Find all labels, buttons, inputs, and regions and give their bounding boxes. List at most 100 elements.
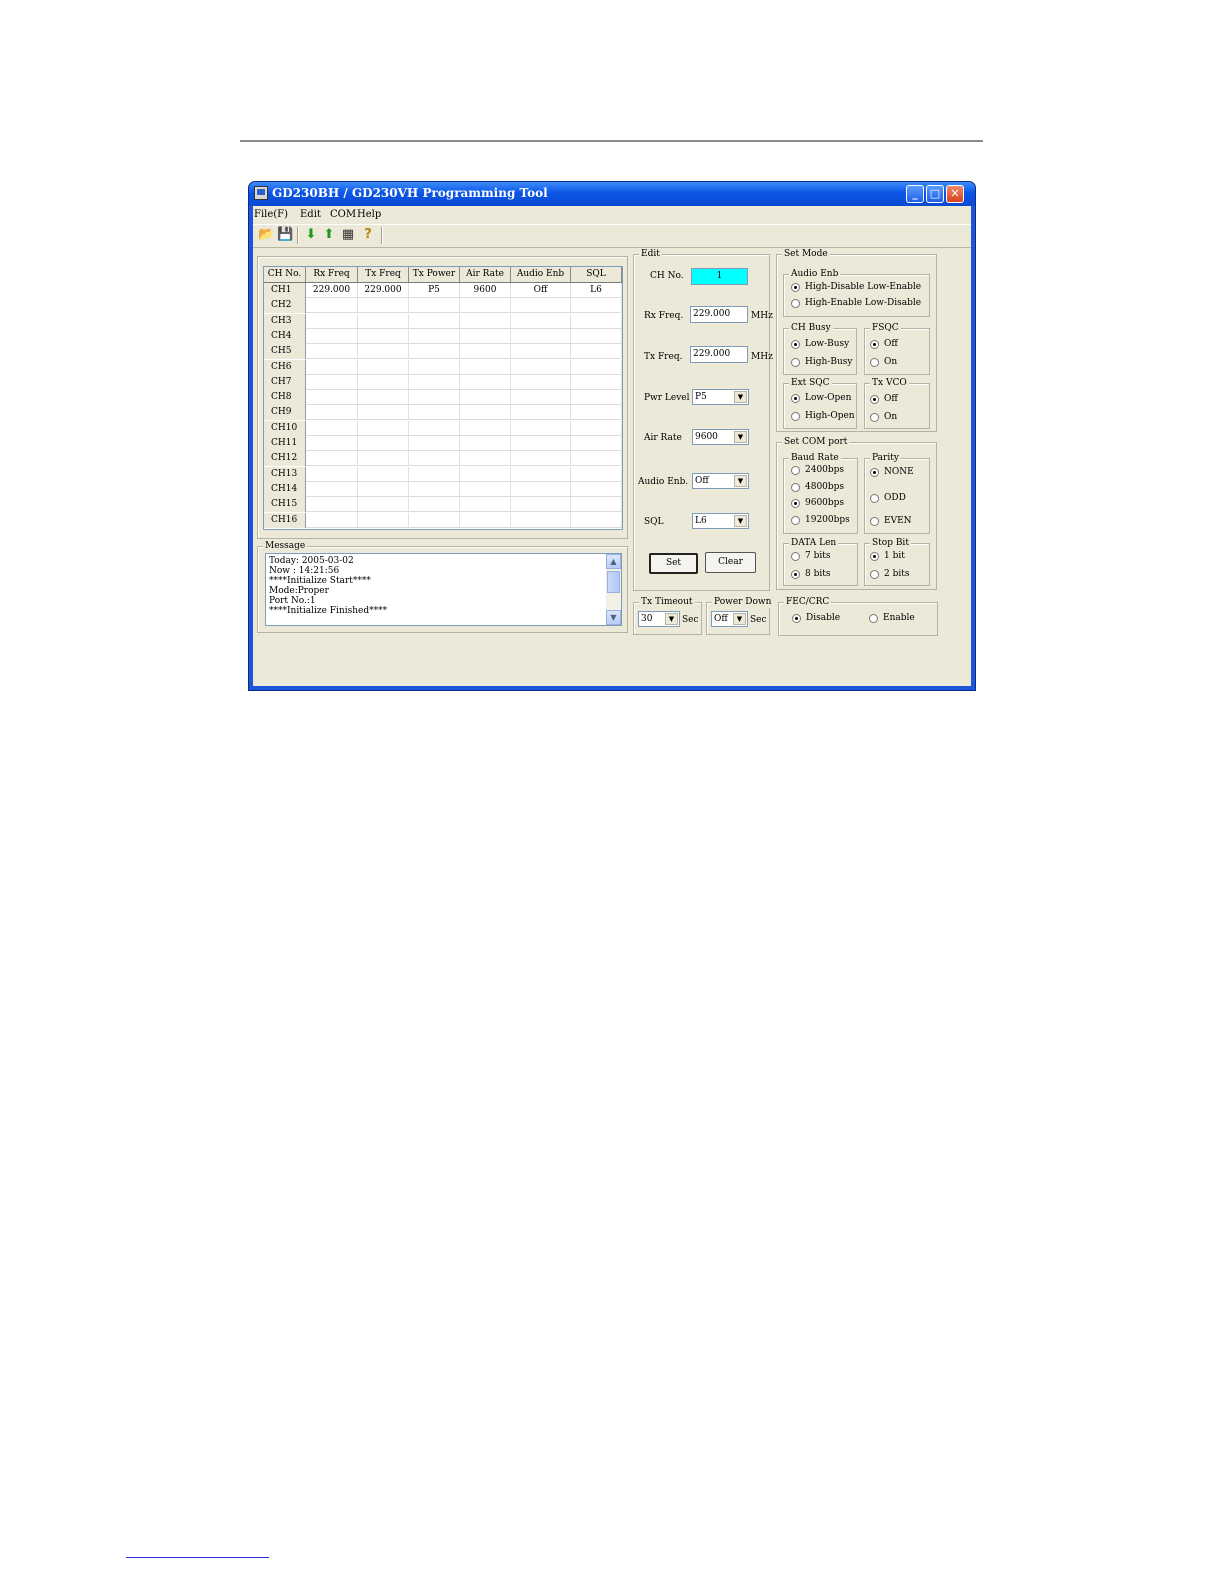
menu-edit[interactable]: Edit: [300, 209, 321, 220]
table-cell[interactable]: [306, 390, 358, 406]
chevron-down-icon[interactable]: ▼: [733, 613, 746, 625]
menu-help[interactable]: Help: [357, 209, 381, 220]
row-header-cell[interactable]: CH12: [264, 451, 306, 467]
row-header-cell[interactable]: CH4: [264, 328, 306, 344]
baud-rate-radio[interactable]: [791, 499, 800, 508]
table-cell[interactable]: [571, 313, 622, 329]
data-len-radio[interactable]: [791, 552, 800, 561]
table-cell[interactable]: [511, 328, 571, 344]
set-button[interactable]: Set: [649, 553, 698, 574]
table-cell[interactable]: Off: [511, 283, 571, 298]
table-cell[interactable]: [409, 512, 460, 528]
table-cell[interactable]: [409, 344, 460, 360]
table-cell[interactable]: [511, 436, 571, 451]
table-cell[interactable]: [358, 390, 409, 406]
table-cell[interactable]: [460, 359, 511, 375]
row-header-cell[interactable]: CH2: [264, 298, 306, 314]
table-cell[interactable]: [358, 451, 409, 467]
table-cell[interactable]: [571, 298, 622, 314]
column-header[interactable]: Air Rate: [460, 267, 511, 282]
table-cell[interactable]: [511, 451, 571, 467]
fec-crc-radio[interactable]: [869, 614, 878, 623]
close-button[interactable]: ✕: [946, 185, 964, 203]
sql-select[interactable]: L6 ▼: [692, 513, 749, 529]
table-cell[interactable]: L6: [571, 283, 622, 298]
table-row[interactable]: CH15: [264, 497, 622, 513]
table-cell[interactable]: [571, 466, 622, 482]
row-header-cell[interactable]: CH7: [264, 374, 306, 390]
column-header[interactable]: Audio Enb: [511, 267, 571, 282]
scroll-up-icon[interactable]: ▲: [606, 554, 621, 569]
table-cell[interactable]: [409, 466, 460, 482]
table-cell[interactable]: [460, 390, 511, 406]
table-cell[interactable]: [511, 390, 571, 406]
table-cell[interactable]: [460, 451, 511, 467]
table-cell[interactable]: [460, 313, 511, 329]
row-header-cell[interactable]: CH13: [264, 466, 306, 482]
row-header-cell[interactable]: CH3: [264, 313, 306, 329]
column-header[interactable]: Tx Power: [409, 267, 460, 282]
table-cell[interactable]: [358, 344, 409, 360]
table-cell[interactable]: [460, 497, 511, 513]
table-cell[interactable]: [358, 374, 409, 390]
table-cell[interactable]: [511, 512, 571, 528]
row-header-cell[interactable]: CH16: [264, 512, 306, 528]
table-cell[interactable]: [460, 420, 511, 436]
table-row[interactable]: CH6: [264, 359, 622, 375]
tx-freq-field[interactable]: 229.000: [690, 346, 748, 363]
chevron-down-icon[interactable]: ▼: [734, 391, 747, 403]
table-row[interactable]: CH11: [264, 436, 622, 451]
table-cell[interactable]: [511, 374, 571, 390]
ch-busy-radio[interactable]: [791, 340, 800, 349]
table-cell[interactable]: [306, 451, 358, 467]
table-cell[interactable]: [571, 451, 622, 467]
table-cell[interactable]: P5: [409, 283, 460, 298]
table-row[interactable]: CH12: [264, 451, 622, 467]
message-scrollbar[interactable]: ▲ ▼: [606, 554, 621, 625]
table-cell[interactable]: [511, 420, 571, 436]
table-cell[interactable]: [409, 420, 460, 436]
table-cell[interactable]: [358, 298, 409, 314]
table-cell[interactable]: [358, 313, 409, 329]
table-row[interactable]: CH2: [264, 298, 622, 314]
row-header-cell[interactable]: CH14: [264, 481, 306, 497]
clear-button[interactable]: Clear: [705, 552, 756, 573]
fsqc-radio[interactable]: [870, 340, 879, 349]
message-log[interactable]: Today: 2005-03-02 Now : 14:21:56 ****Ini…: [265, 553, 622, 626]
row-header-cell[interactable]: CH9: [264, 405, 306, 421]
ext-sqc-radio[interactable]: [791, 412, 800, 421]
scroll-down-icon[interactable]: ▼: [606, 610, 621, 625]
table-cell[interactable]: [571, 344, 622, 360]
data-len-radio[interactable]: [791, 570, 800, 579]
table-cell[interactable]: [409, 436, 460, 451]
fec-crc-radio[interactable]: [792, 614, 801, 623]
chevron-down-icon[interactable]: ▼: [665, 613, 678, 625]
power-down-select[interactable]: Off ▼: [711, 611, 748, 627]
audio-enb-radio[interactable]: [791, 283, 800, 292]
table-cell[interactable]: [460, 481, 511, 497]
table-cell[interactable]: [571, 390, 622, 406]
baud-rate-radio[interactable]: [791, 483, 800, 492]
table-row[interactable]: CH16: [264, 512, 622, 528]
table-row[interactable]: CH5: [264, 344, 622, 360]
table-cell[interactable]: [409, 390, 460, 406]
table-cell[interactable]: [409, 405, 460, 421]
table-cell[interactable]: [511, 359, 571, 375]
table-cell[interactable]: [571, 420, 622, 436]
row-header-cell[interactable]: CH6: [264, 359, 306, 375]
table-cell[interactable]: [409, 374, 460, 390]
column-header[interactable]: SQL: [571, 267, 622, 282]
open-folder-icon[interactable]: 📂: [258, 227, 274, 243]
table-cell[interactable]: [511, 298, 571, 314]
help-icon[interactable]: ?: [360, 227, 376, 243]
column-header[interactable]: Rx Freq: [306, 267, 358, 282]
table-cell[interactable]: [358, 466, 409, 482]
menu-com[interactable]: COM: [330, 209, 356, 220]
tx-vco-radio[interactable]: [870, 395, 879, 404]
table-row[interactable]: CH3: [264, 313, 622, 329]
rx-freq-field[interactable]: 229.000: [690, 306, 748, 323]
audio-enb-select[interactable]: Off ▼: [692, 473, 749, 489]
table-cell[interactable]: [409, 481, 460, 497]
ch-busy-radio[interactable]: [791, 358, 800, 367]
tx-vco-radio[interactable]: [870, 413, 879, 422]
